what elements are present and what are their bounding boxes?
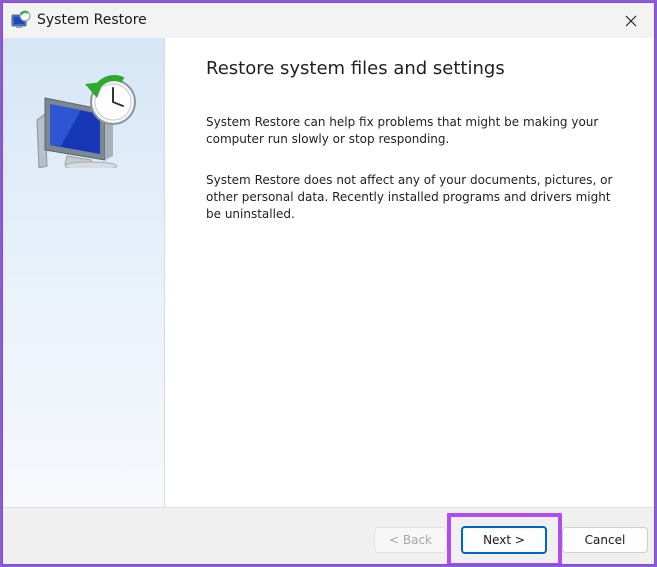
close-button[interactable] [608, 3, 654, 38]
content-area: Restore system files and settings System… [165, 38, 654, 507]
cancel-button[interactable]: Cancel [562, 527, 648, 553]
system-restore-icon [11, 10, 31, 28]
info-paragraph: System Restore does not affect any of yo… [206, 173, 613, 221]
system-restore-window: System Restore Restore system files and … [2, 2, 655, 565]
next-button[interactable]: Next > [461, 526, 547, 554]
button-bar: < Back Next > Cancel [3, 507, 654, 564]
side-panel [3, 38, 165, 507]
back-button[interactable]: < Back [374, 527, 447, 553]
page-heading: Restore system files and settings [206, 58, 505, 79]
system-restore-monitor-clock-icon [36, 75, 136, 168]
intro-paragraph: System Restore can help fix problems tha… [206, 115, 599, 146]
close-icon [625, 15, 637, 26]
window-title: System Restore [37, 12, 147, 28]
title-bar[interactable]: System Restore [3, 3, 654, 38]
